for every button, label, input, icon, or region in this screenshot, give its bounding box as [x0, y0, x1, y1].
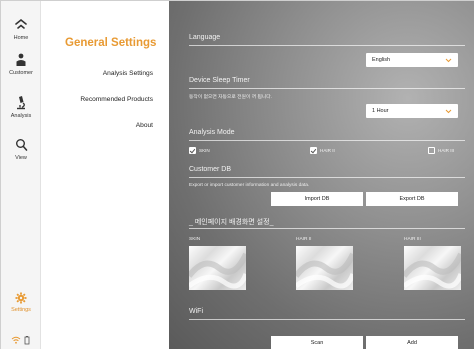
bg-thumbnail-hair3[interactable] [404, 246, 461, 290]
rail-customer-label: Customer [9, 70, 33, 76]
checkbox-icon [310, 147, 317, 154]
bg-label-skin: SKIN [189, 237, 201, 242]
sleep-timer-note: 동작이 없으면 자동으로 전원이 꺼 됩니다. [189, 95, 273, 100]
wifi-add-button[interactable]: Add [366, 336, 458, 349]
person-icon [16, 53, 26, 66]
divider [189, 88, 465, 89]
divider [189, 140, 465, 141]
home-icon [15, 19, 27, 29]
sleep-timer-title: Device Sleep Timer [189, 77, 250, 84]
customer-db-title: Customer DB [189, 166, 232, 173]
analysis-mode-title: Analysis Mode [189, 129, 235, 136]
search-icon [15, 139, 27, 151]
settings-panel: Language English Device Sleep Timer 동작이 … [169, 1, 474, 349]
mode-label-hair3: HAIR III [438, 148, 455, 153]
wifi-scan-button[interactable]: Scan [271, 336, 363, 349]
mode-label-hair2: HAIR II [320, 148, 335, 153]
bg-label-hair3: HAIR III [404, 237, 421, 242]
divider [189, 177, 465, 178]
microscope-icon [17, 96, 25, 110]
battery-icon [24, 336, 30, 345]
rail-view-label: View [15, 155, 27, 161]
icon-rail: Home Customer Analysis View Settings [1, 1, 41, 349]
language-title: Language [189, 34, 221, 41]
bg-thumbnail-hair2[interactable] [296, 246, 353, 290]
rail-home[interactable]: Home [1, 19, 41, 41]
mode-checkbox-hair3[interactable]: HAIR III [428, 146, 468, 156]
import-db-button[interactable]: Import DB [271, 192, 363, 206]
divider [189, 228, 465, 229]
customer-db-note: Export or import customer information an… [189, 183, 310, 188]
divider [189, 45, 465, 46]
checkbox-icon [428, 147, 435, 154]
bg-label-hair2: HAIR II [296, 237, 312, 242]
rail-home-label: Home [13, 35, 29, 41]
rail-view[interactable]: View [1, 138, 41, 161]
chevron-down-icon [445, 58, 452, 63]
rail-settings-label: Settings [11, 307, 31, 313]
rail-customer[interactable]: Customer [1, 53, 41, 76]
rail-settings[interactable]: Settings [1, 292, 41, 313]
main-bg-title: _ 메인페이지 배경화면 설정_ [189, 219, 274, 226]
checkbox-icon [189, 147, 196, 154]
mode-label-skin: SKIN [199, 148, 210, 153]
rail-analysis[interactable]: Analysis [1, 95, 41, 119]
menu-item-analysis-settings[interactable]: Analysis Settings [103, 70, 153, 77]
language-select[interactable]: English [366, 53, 458, 67]
page-title: General Settings [65, 37, 157, 49]
wifi-icon [11, 336, 21, 344]
menu-item-about[interactable]: About [136, 122, 153, 129]
gear-icon [15, 292, 27, 304]
bg-thumbnail-skin[interactable] [189, 246, 246, 290]
mode-checkbox-hair2[interactable]: HAIR II [310, 146, 350, 156]
mode-checkbox-skin[interactable]: SKIN [189, 146, 229, 156]
settings-menu: General Settings Analysis Settings Recom… [41, 1, 169, 349]
status-area [11, 332, 33, 345]
chevron-down-icon [445, 109, 452, 114]
language-value: English [372, 57, 391, 63]
divider [189, 319, 465, 320]
rail-analysis-label: Analysis [10, 113, 32, 119]
sleep-timer-select[interactable]: 1 Hour [366, 104, 458, 118]
menu-item-recommended-products[interactable]: Recommended Products [80, 96, 153, 103]
sleep-timer-value: 1 Hour [372, 108, 389, 114]
app-window: Home Customer Analysis View Settings Gen… [0, 0, 474, 349]
export-db-button[interactable]: Export DB [366, 192, 458, 206]
wifi-title: WiFi [189, 308, 203, 315]
